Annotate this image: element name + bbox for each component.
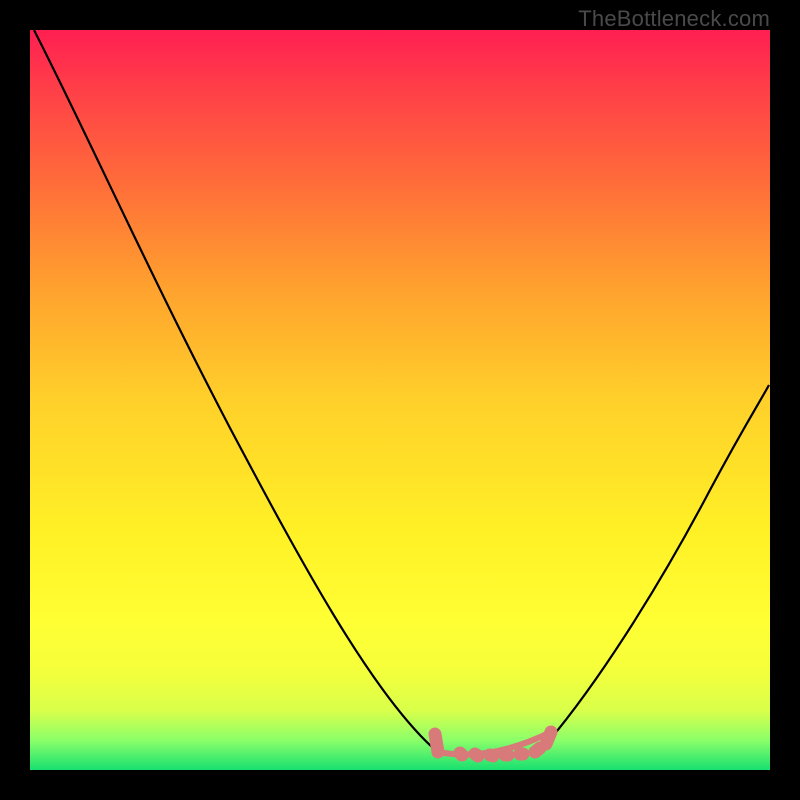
source-credit: TheBottleneck.com bbox=[578, 6, 770, 32]
curve-left-branch bbox=[34, 30, 433, 748]
chart-stage: TheBottleneck.com bbox=[0, 0, 800, 800]
chart-overlay bbox=[30, 30, 770, 770]
curve-right-branch bbox=[548, 385, 769, 742]
